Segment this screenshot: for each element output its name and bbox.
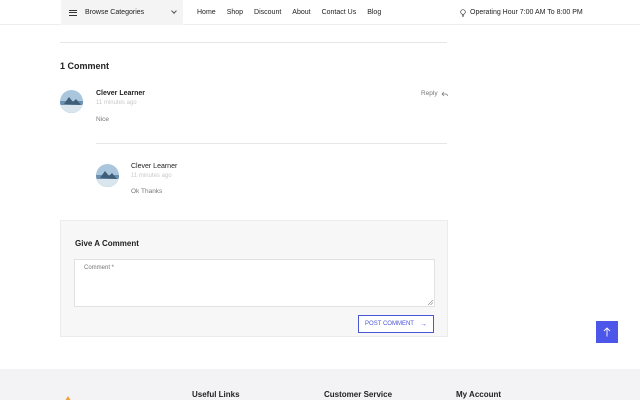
browse-categories-label: Browse Categories — [85, 9, 145, 16]
arrow-up-icon — [603, 327, 611, 337]
reply-text: Ok Thanks — [131, 188, 163, 195]
scroll-to-top-button[interactable] — [596, 321, 618, 343]
site-header: Browse Categories Home Shop Discount Abo… — [0, 0, 640, 25]
nav-about[interactable]: About — [292, 9, 310, 16]
post-comment-button[interactable]: POST COMMENT → — [358, 315, 434, 333]
reply-author: Clever Learner — [131, 163, 178, 170]
footer-my-account-heading: My Account — [456, 390, 502, 399]
form-title: Give A Comment — [75, 239, 139, 248]
resize-grip-icon[interactable] — [427, 299, 433, 305]
site-footer: Useful Links Customer Service My Account — [0, 369, 640, 400]
operating-hours: Operating Hour 7:00 AM To 8:00 PM — [460, 0, 583, 25]
avatar — [96, 164, 119, 187]
nav-home[interactable]: Home — [197, 9, 216, 16]
main-nav: Home Shop Discount About Contact Us Blog — [197, 0, 392, 25]
nav-blog[interactable]: Blog — [367, 9, 381, 16]
avatar — [60, 90, 83, 113]
comment-time: 11 minutes ago — [96, 100, 137, 106]
operating-hours-text: Operating Hour 7:00 AM To 8:00 PM — [470, 9, 583, 16]
reply-icon — [441, 91, 448, 96]
arrow-right-icon: → — [419, 320, 427, 328]
divider — [96, 143, 447, 144]
comment-author: Clever Learner — [96, 90, 146, 97]
bulb-icon — [460, 8, 466, 17]
reply-button[interactable]: Reply — [421, 90, 448, 97]
nav-contact-us[interactable]: Contact Us — [322, 9, 357, 16]
chevron-down-icon — [171, 8, 177, 14]
logo-icon — [65, 396, 71, 400]
browse-categories-button[interactable]: Browse Categories — [61, 0, 183, 25]
reply-time: 11 minutes ago — [131, 173, 172, 179]
footer-customer-service-heading: Customer Service — [324, 390, 393, 399]
nav-shop[interactable]: Shop — [227, 9, 243, 16]
post-comment-label: POST COMMENT — [365, 321, 414, 327]
divider — [60, 42, 447, 43]
comment-textarea[interactable] — [74, 259, 435, 307]
comment-text: Nice — [96, 116, 110, 123]
nav-discount[interactable]: Discount — [254, 9, 281, 16]
reply-label: Reply — [421, 90, 438, 97]
footer-useful-links-heading: Useful Links — [192, 390, 240, 399]
comment-form: Give A Comment POST COMMENT → — [60, 220, 448, 337]
comments-title: 1 Comment — [60, 61, 110, 71]
menu-icon — [69, 9, 77, 16]
